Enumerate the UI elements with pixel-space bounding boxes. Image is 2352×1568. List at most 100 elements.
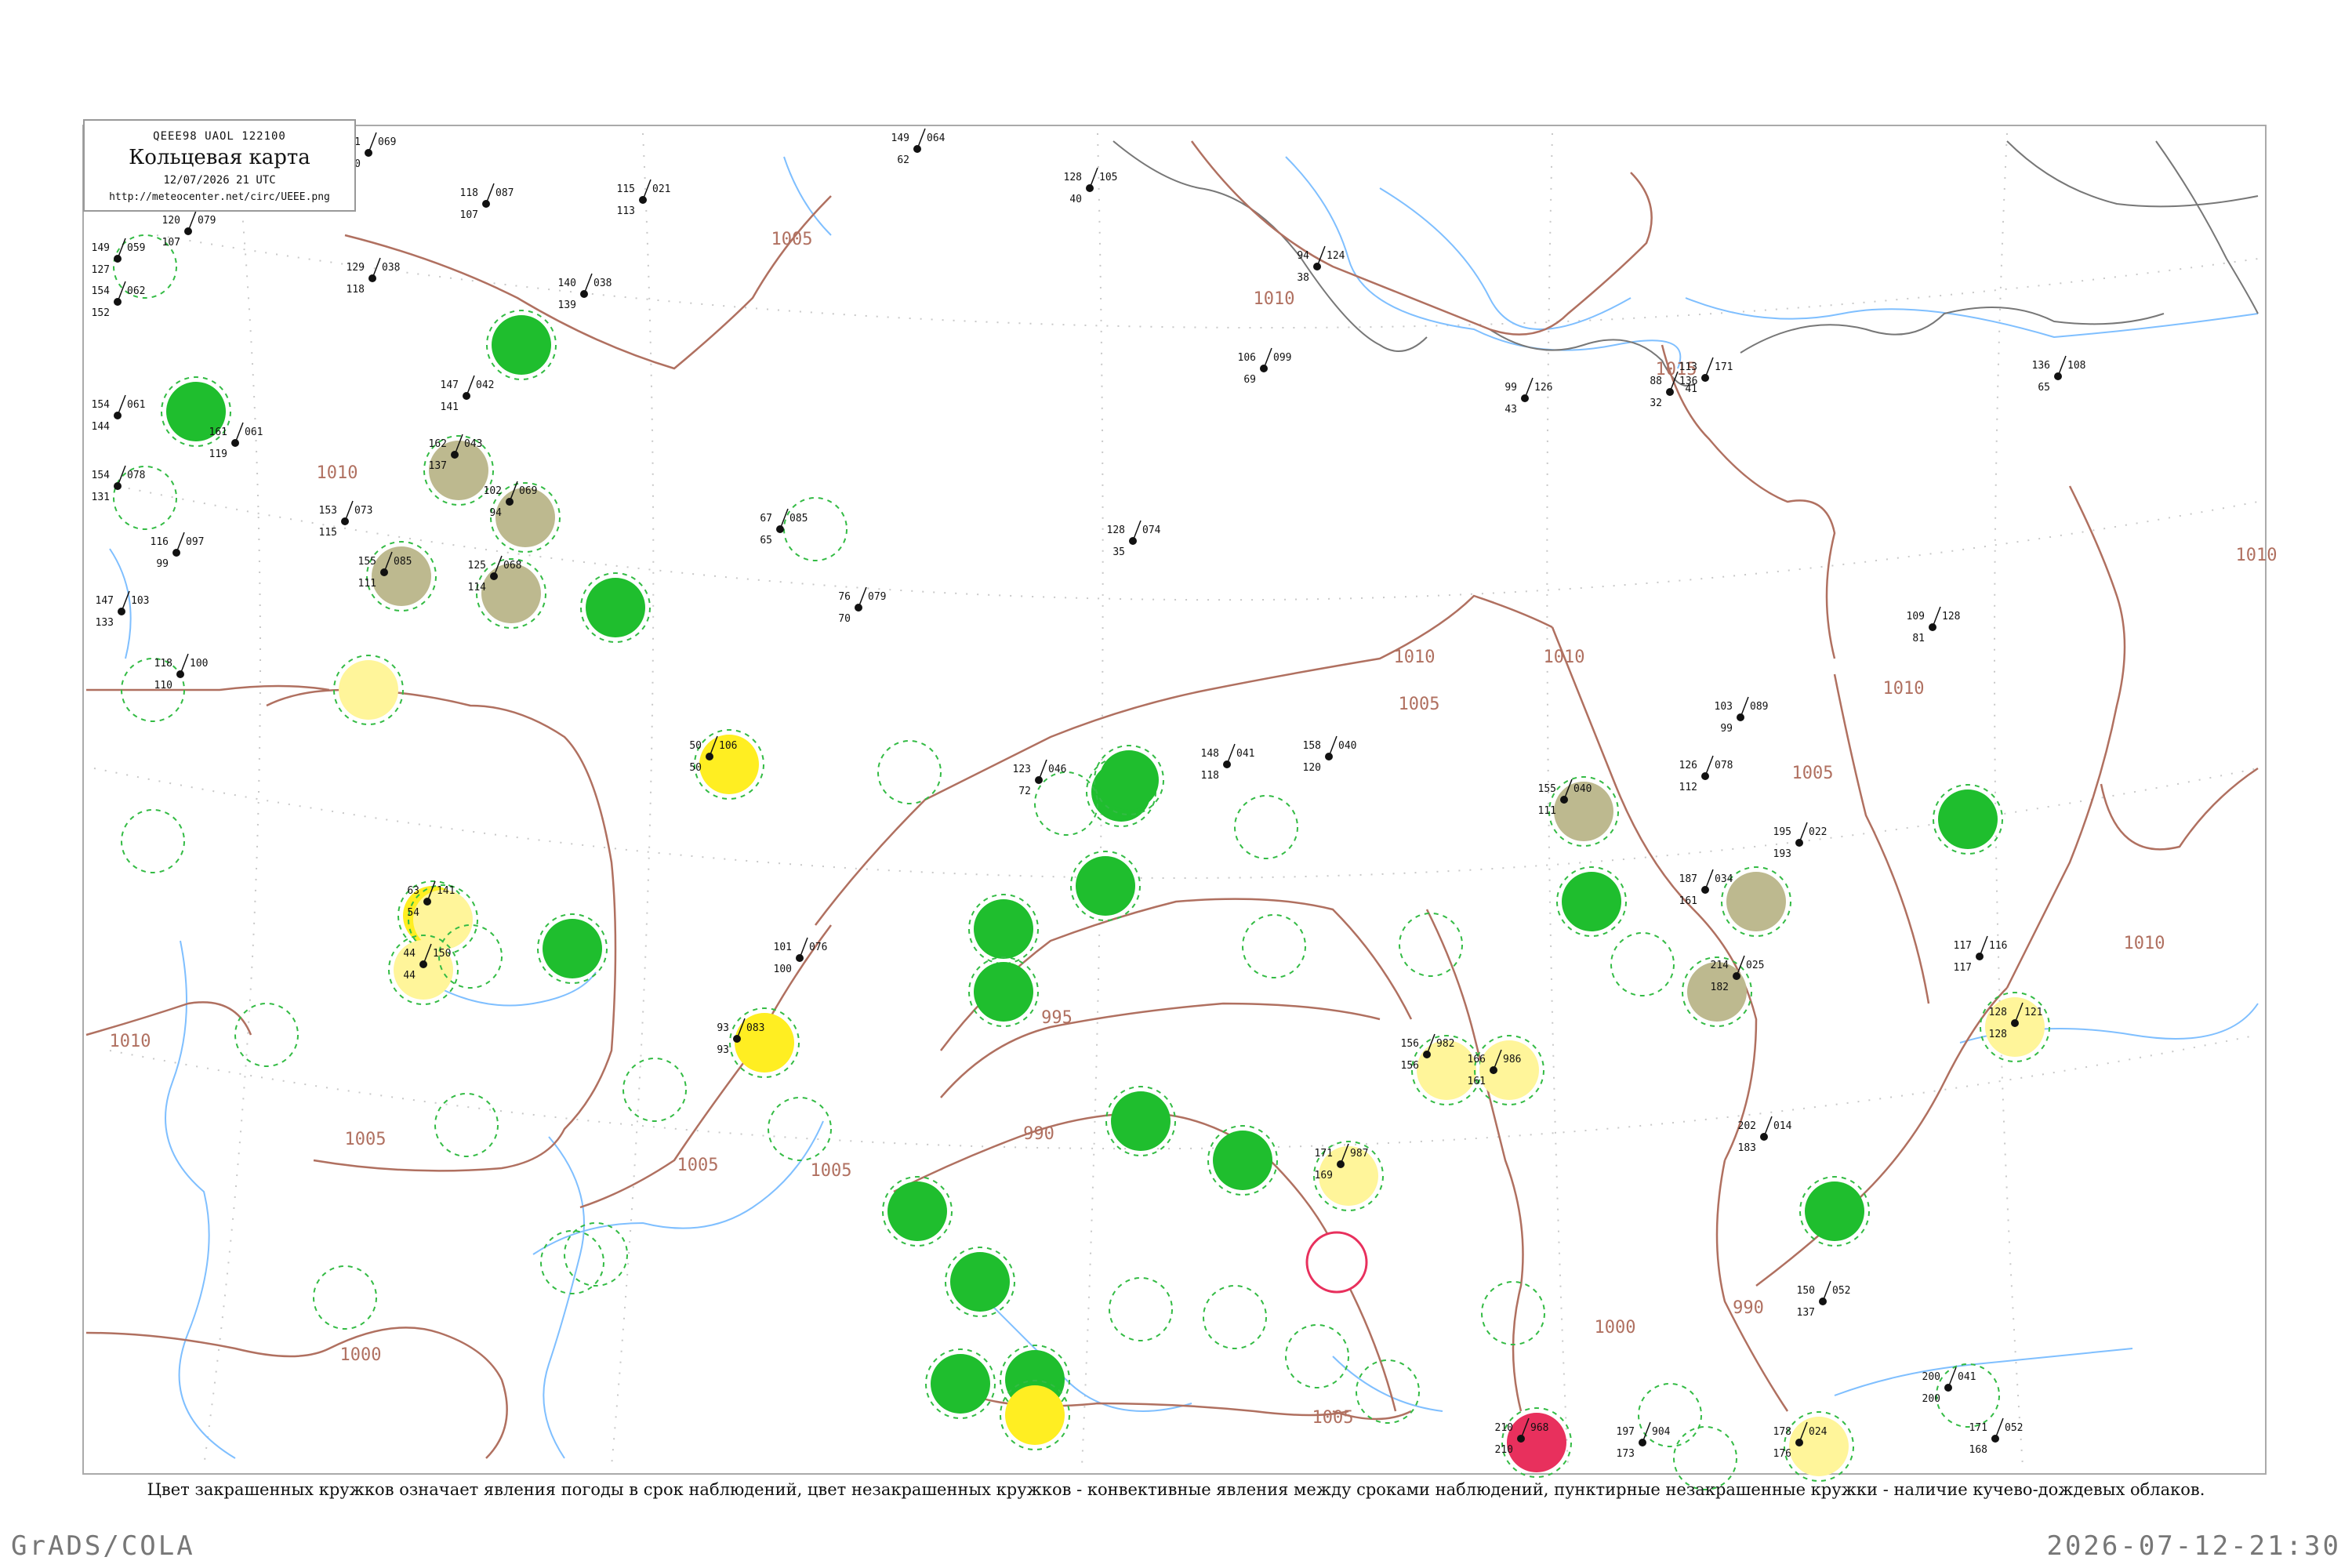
station-dewpoint: 183 xyxy=(1738,1142,1756,1154)
station-dewpoint: 118 xyxy=(1201,770,1219,782)
station-pressure: 089 xyxy=(1750,701,1768,713)
dashed-ring xyxy=(783,497,848,561)
wind-barb xyxy=(372,257,381,279)
isobar-label: 1010 xyxy=(2124,934,2165,953)
station-pressure: 128 xyxy=(1942,611,1960,622)
wind-barb xyxy=(779,508,789,530)
station-dewpoint: 107 xyxy=(162,237,180,249)
wind-barb xyxy=(1740,696,1749,718)
station-plot: 154 061 144 xyxy=(92,394,145,433)
wind-barb xyxy=(858,586,867,608)
station-plot: 115 021 113 xyxy=(617,179,670,217)
station-temp: 106 xyxy=(1238,352,1256,364)
station-pressure: 100 xyxy=(190,658,208,670)
isobar-label: 1005 xyxy=(771,230,813,249)
station-pressure: 068 xyxy=(503,560,521,572)
station-pressure: 034 xyxy=(1715,873,1733,885)
station-plot: 161 061 119 xyxy=(209,422,263,460)
station-pressure: 171 xyxy=(1715,361,1733,373)
station-dewpoint: 152 xyxy=(92,307,110,319)
station-temp: 101 xyxy=(774,942,792,953)
wind-barb xyxy=(1704,357,1714,379)
station-temp: 88 xyxy=(1650,376,1662,387)
station-temp: 197 xyxy=(1617,1426,1635,1438)
station-temp: 129 xyxy=(347,262,365,274)
station-dewpoint: 137 xyxy=(429,460,447,472)
isobar-label: 1010 xyxy=(1883,679,1925,699)
river-line xyxy=(1379,187,1632,330)
wind-barb xyxy=(1704,869,1714,891)
station-pressure: 116 xyxy=(1989,940,2007,952)
station-plot: 109 128 81 xyxy=(1907,606,1960,644)
station-pressure: 069 xyxy=(519,485,537,497)
station-pressure: 064 xyxy=(927,132,946,144)
dashed-ring xyxy=(313,1265,377,1330)
station-dewpoint: 44 xyxy=(403,970,416,982)
station-plot: 76 079 70 xyxy=(838,586,886,625)
station-pressure: 103 xyxy=(131,595,149,607)
station-plot: 120 079 107 xyxy=(162,210,216,249)
station-temp: 109 xyxy=(1907,611,1925,622)
wind-barb xyxy=(1328,735,1338,757)
station-dewpoint: 54 xyxy=(407,907,419,919)
station-temp: 113 xyxy=(1679,361,1697,373)
isobar-label: 1010 xyxy=(1254,289,1295,309)
station-temp: 155 xyxy=(1538,783,1556,795)
station-temp: 67 xyxy=(760,513,772,524)
isobar-label: 1000 xyxy=(1595,1318,1636,1338)
bulletin-code: QEEE98 UAOL 122100 xyxy=(153,130,286,143)
isobar-line xyxy=(1715,1160,1789,1412)
wind-barb xyxy=(1932,606,1941,628)
isobar-label: 1005 xyxy=(1312,1408,1354,1428)
isobar-label: 1005 xyxy=(345,1130,387,1149)
station-dewpoint: 93 xyxy=(717,1044,729,1056)
station-pressure: 073 xyxy=(354,505,372,517)
wind-barb xyxy=(117,465,126,487)
graticule-line xyxy=(117,485,2259,601)
wind-barb xyxy=(642,179,652,201)
station-plot: 197 904 173 xyxy=(1617,1421,1671,1460)
station-pressure: 043 xyxy=(464,438,482,450)
station-pressure: 085 xyxy=(394,556,412,568)
station-temp: 102 xyxy=(484,485,502,497)
station-dewpoint: 200 xyxy=(1922,1393,1940,1405)
timestamp: 2026-07-12-21:30 xyxy=(2046,1530,2341,1562)
station-plot: 150 052 137 xyxy=(1797,1280,1850,1319)
wind-barb xyxy=(117,394,126,416)
station-plot: 106 099 69 xyxy=(1238,347,1291,386)
isobar-label: 1000 xyxy=(340,1345,382,1365)
river-line xyxy=(543,1136,585,1459)
station-dewpoint: 117 xyxy=(1954,962,1972,974)
station-pressure: 046 xyxy=(1048,764,1066,775)
software-credit: GrADS/COLA xyxy=(11,1530,195,1562)
station-temp: 140 xyxy=(558,278,576,289)
station-dewpoint: 168 xyxy=(1969,1444,1987,1456)
station-temp: 120 xyxy=(162,215,180,227)
isobar-line xyxy=(815,594,1553,926)
station-dewpoint: 161 xyxy=(1679,895,1697,907)
wind-barb xyxy=(1798,822,1808,844)
isobar-label: 1010 xyxy=(317,463,358,483)
station-pressure: 099 xyxy=(1273,352,1291,364)
station-temp: 128 xyxy=(1064,172,1082,183)
wind-barb xyxy=(1089,167,1098,189)
station-dewpoint: 182 xyxy=(1711,982,1729,993)
map-title-box: QEEE98 UAOL 122100 Кольцевая карта 12/07… xyxy=(83,119,356,212)
synoptic-map: 100510101015101010051010100510101005 1005… xyxy=(82,125,2277,1490)
dashed-ring xyxy=(768,1097,832,1161)
station-pressure: 021 xyxy=(652,183,670,195)
green-circle xyxy=(1111,1091,1171,1151)
map-frame xyxy=(82,125,2267,1475)
dashed-ring xyxy=(877,740,942,804)
station-dewpoint: 94 xyxy=(489,507,502,519)
station-plot: 103 089 99 xyxy=(1715,696,1768,735)
yellow-circle xyxy=(1005,1385,1065,1445)
station-pressure: 968 xyxy=(1530,1422,1548,1434)
dashed-ring xyxy=(121,809,185,873)
station-temp: 123 xyxy=(1013,764,1031,775)
wind-barb xyxy=(234,422,244,444)
station-dewpoint: 137 xyxy=(1797,1307,1815,1319)
isobar-line xyxy=(86,684,330,691)
station-dewpoint: 119 xyxy=(209,448,227,460)
station-pressure: 052 xyxy=(2005,1422,2023,1434)
